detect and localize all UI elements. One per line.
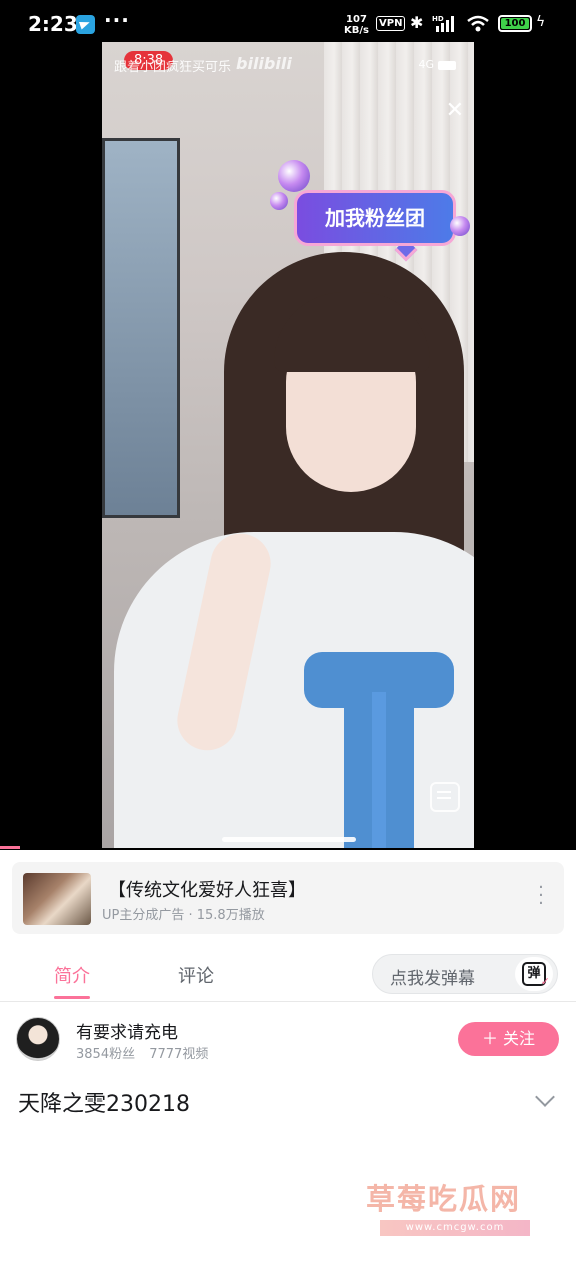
video-title: 天降之雯230218 [18,1092,190,1117]
network-speed: 107 KB/s [344,14,369,36]
tab-bar: 简介 评论 点我发弹幕 弹 ✓ [0,948,576,1002]
vpn-badge: VPN [376,16,406,31]
videos-count: 7777视频 [149,1047,209,1062]
more-options-icon[interactable]: · · · [538,879,544,913]
hd-label: HD [432,15,444,23]
video-overlay-text: 跟着小团疯狂买可乐 [114,60,232,75]
playback-progress[interactable] [0,846,20,849]
charging-icon: ϟ [536,14,546,30]
battery-level: 100 [501,18,529,29]
follow-button[interactable]: ＋ 关注 [458,1022,559,1056]
home-indicator [222,837,356,842]
watermark-url: www.cmcgw.com [380,1220,530,1236]
wifi-icon [467,15,489,32]
inner-battery-icon [438,60,456,70]
network-speed-value: 107 [346,14,367,25]
tab-comments[interactable]: 评论 [178,962,214,988]
tab-intro[interactable]: 简介 [54,962,90,988]
ad-title[interactable]: 【传统文化爱好人狂喜】 [108,876,306,902]
wall-painting [102,138,180,518]
video-frame[interactable]: 8:38 跟着小团疯狂买可乐 bilibili 4G ✕ 加我粉丝团 [102,42,474,848]
ad-thumbnail[interactable] [23,873,91,925]
avatar[interactable] [16,1017,60,1061]
chevron-down-icon[interactable] [535,1087,555,1107]
telegram-icon [76,15,95,34]
app-root: 2:23 ··· 107 KB/s VPN ✱ HD 100 ϟ 8:38 跟着… [0,0,576,1280]
network-speed-unit: KB/s [344,25,369,36]
status-time: 2:23 [28,12,78,36]
disco-ball-icon [270,192,288,210]
check-icon: ✓ [540,975,550,988]
danmaku-placeholder[interactable]: 点我发弹幕 [390,964,475,989]
signal-icon: HD [432,15,454,32]
uploader-name[interactable]: 有要求请充电 [76,1018,178,1043]
disco-ball-icon [450,216,470,236]
disco-ball-icon [278,160,310,192]
uploader-stats: 3854粉丝 7777视频 [76,1043,218,1062]
video-subject [114,232,474,848]
inner-status-bar: 4G [418,58,456,71]
subtitle-toggle-icon[interactable] [430,782,460,812]
tab-indicator [54,996,90,999]
video-player[interactable]: 2:23 ··· 107 KB/s VPN ✱ HD 100 ϟ 8:38 跟着… [0,0,576,850]
ad-subtitle: UP主分成广告 · 15.8万播放 [102,908,265,923]
close-icon[interactable]: ✕ [446,98,464,123]
danmaku-toggle-button[interactable]: 弹 ✓ [515,957,553,991]
watermark-text: 草莓吃瓜网 [366,1182,522,1216]
fans-count: 3854粉丝 [76,1047,136,1062]
more-notifications-icon: ··· [104,8,130,32]
bilibili-logo: bilibili [236,54,292,73]
bluetooth-icon: ✱ [410,13,424,32]
inner-network-type: 4G [418,58,434,71]
battery-icon: 100 [498,15,532,32]
ad-card[interactable]: 【传统文化爱好人狂喜】 UP主分成广告 · 15.8万播放 · · · [12,862,564,934]
status-bar: 2:23 ··· 107 KB/s VPN ✱ HD 100 ϟ [0,0,576,48]
danmaku-input[interactable]: 点我发弹幕 弹 ✓ [372,954,558,994]
join-fan-club-badge[interactable]: 加我粉丝团 [294,190,456,246]
